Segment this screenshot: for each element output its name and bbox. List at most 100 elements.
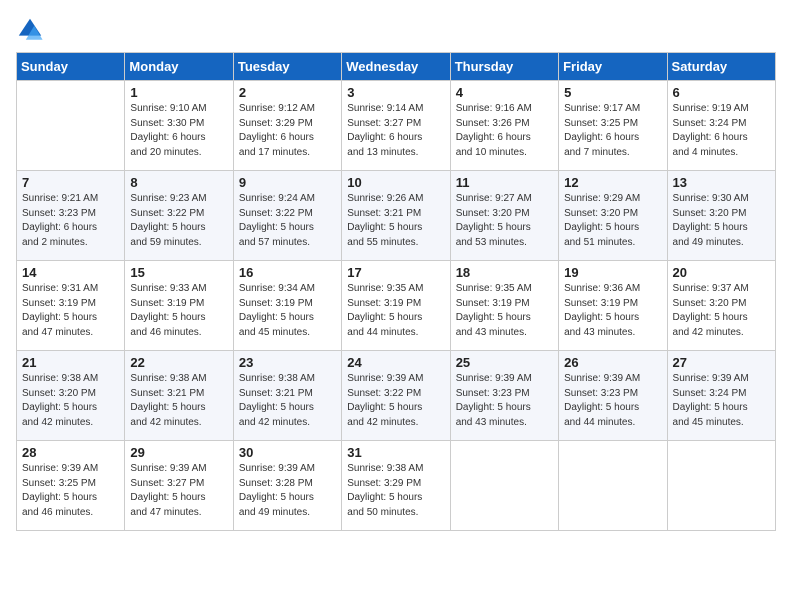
day-number: 31 bbox=[347, 445, 444, 460]
day-number: 20 bbox=[673, 265, 770, 280]
day-cell bbox=[17, 81, 125, 171]
day-info: Sunrise: 9:35 AMSunset: 3:19 PMDaylight:… bbox=[347, 282, 444, 340]
weekday-header-sunday: Sunday bbox=[17, 53, 125, 81]
day-info: Sunrise: 9:12 AMSunset: 3:29 PMDaylight:… bbox=[239, 102, 336, 160]
week-row-2: 14 Sunrise: 9:31 AMSunset: 3:19 PMDayligh… bbox=[17, 261, 776, 351]
weekday-header-friday: Friday bbox=[559, 53, 667, 81]
header bbox=[16, 16, 776, 44]
day-cell bbox=[450, 441, 558, 531]
day-number: 9 bbox=[239, 175, 336, 190]
day-cell: 25 Sunrise: 9:39 AMSunset: 3:23 PMDayligh… bbox=[450, 351, 558, 441]
day-cell: 15 Sunrise: 9:33 AMSunset: 3:19 PMDayligh… bbox=[125, 261, 233, 351]
day-cell: 19Sunrise: 9:36 AMSunset: 3:19 PMDayligh… bbox=[559, 261, 667, 351]
logo bbox=[16, 16, 48, 44]
weekday-header-thursday: Thursday bbox=[450, 53, 558, 81]
logo-icon bbox=[16, 16, 44, 44]
day-cell: 3 Sunrise: 9:14 AMSunset: 3:27 PMDaylight… bbox=[342, 81, 450, 171]
day-number: 19 bbox=[564, 265, 661, 280]
day-number: 27 bbox=[673, 355, 770, 370]
day-number: 5 bbox=[564, 85, 661, 100]
day-info: Sunrise: 9:39 AMSunset: 3:23 PMDaylight:… bbox=[456, 372, 553, 430]
day-info: Sunrise: 9:31 AMSunset: 3:19 PMDaylight:… bbox=[22, 282, 119, 340]
day-cell: 20 Sunrise: 9:37 AMSunset: 3:20 PMDayligh… bbox=[667, 261, 775, 351]
day-info: Sunrise: 9:34 AMSunset: 3:19 PMDaylight:… bbox=[239, 282, 336, 340]
day-number: 30 bbox=[239, 445, 336, 460]
day-info: Sunrise: 9:26 AMSunset: 3:21 PMDaylight:… bbox=[347, 192, 444, 250]
day-info: Sunrise: 9:17 AMSunset: 3:25 PMDaylight:… bbox=[564, 102, 661, 160]
day-info: Sunrise: 9:27 AMSunset: 3:20 PMDaylight:… bbox=[456, 192, 553, 250]
day-number: 15 bbox=[130, 265, 227, 280]
weekday-header-tuesday: Tuesday bbox=[233, 53, 341, 81]
week-row-3: 21Sunrise: 9:38 AMSunset: 3:20 PMDayligh… bbox=[17, 351, 776, 441]
day-info: Sunrise: 9:23 AMSunset: 3:22 PMDaylight:… bbox=[130, 192, 227, 250]
day-info: Sunrise: 9:39 AMSunset: 3:27 PMDaylight:… bbox=[130, 462, 227, 520]
day-cell: 21Sunrise: 9:38 AMSunset: 3:20 PMDayligh… bbox=[17, 351, 125, 441]
day-cell bbox=[667, 441, 775, 531]
day-number: 6 bbox=[673, 85, 770, 100]
week-row-4: 28 Sunrise: 9:39 AMSunset: 3:25 PMDayligh… bbox=[17, 441, 776, 531]
day-info: Sunrise: 9:21 AMSunset: 3:23 PMDaylight:… bbox=[22, 192, 119, 250]
day-number: 17 bbox=[347, 265, 444, 280]
day-info: Sunrise: 9:38 AMSunset: 3:21 PMDaylight:… bbox=[130, 372, 227, 430]
day-number: 26 bbox=[564, 355, 661, 370]
day-info: Sunrise: 9:37 AMSunset: 3:20 PMDaylight:… bbox=[673, 282, 770, 340]
day-cell: 7 Sunrise: 9:21 AMSunset: 3:23 PMDaylight… bbox=[17, 171, 125, 261]
day-cell: 28 Sunrise: 9:39 AMSunset: 3:25 PMDayligh… bbox=[17, 441, 125, 531]
day-info: Sunrise: 9:38 AMSunset: 3:20 PMDaylight:… bbox=[22, 372, 119, 430]
day-cell: 6 Sunrise: 9:19 AMSunset: 3:24 PMDaylight… bbox=[667, 81, 775, 171]
day-number: 1 bbox=[130, 85, 227, 100]
day-info: Sunrise: 9:39 AMSunset: 3:28 PMDaylight:… bbox=[239, 462, 336, 520]
day-cell: 5 Sunrise: 9:17 AMSunset: 3:25 PMDaylight… bbox=[559, 81, 667, 171]
day-info: Sunrise: 9:35 AMSunset: 3:19 PMDaylight:… bbox=[456, 282, 553, 340]
day-number: 11 bbox=[456, 175, 553, 190]
day-cell: 16 Sunrise: 9:34 AMSunset: 3:19 PMDayligh… bbox=[233, 261, 341, 351]
day-cell: 10Sunrise: 9:26 AMSunset: 3:21 PMDayligh… bbox=[342, 171, 450, 261]
day-cell: 30 Sunrise: 9:39 AMSunset: 3:28 PMDayligh… bbox=[233, 441, 341, 531]
weekday-header-saturday: Saturday bbox=[667, 53, 775, 81]
day-cell: 29 Sunrise: 9:39 AMSunset: 3:27 PMDayligh… bbox=[125, 441, 233, 531]
weekday-header-wednesday: Wednesday bbox=[342, 53, 450, 81]
day-cell: 11 Sunrise: 9:27 AMSunset: 3:20 PMDayligh… bbox=[450, 171, 558, 261]
day-info: Sunrise: 9:24 AMSunset: 3:22 PMDaylight:… bbox=[239, 192, 336, 250]
day-info: Sunrise: 9:29 AMSunset: 3:20 PMDaylight:… bbox=[564, 192, 661, 250]
day-cell: 26 Sunrise: 9:39 AMSunset: 3:23 PMDayligh… bbox=[559, 351, 667, 441]
day-info: Sunrise: 9:14 AMSunset: 3:27 PMDaylight:… bbox=[347, 102, 444, 160]
day-info: Sunrise: 9:33 AMSunset: 3:19 PMDaylight:… bbox=[130, 282, 227, 340]
day-info: Sunrise: 9:39 AMSunset: 3:25 PMDaylight:… bbox=[22, 462, 119, 520]
day-cell: 9 Sunrise: 9:24 AMSunset: 3:22 PMDaylight… bbox=[233, 171, 341, 261]
day-cell: 8Sunrise: 9:23 AMSunset: 3:22 PMDaylight… bbox=[125, 171, 233, 261]
day-number: 7 bbox=[22, 175, 119, 190]
day-number: 25 bbox=[456, 355, 553, 370]
day-number: 22 bbox=[130, 355, 227, 370]
day-cell: 2 Sunrise: 9:12 AMSunset: 3:29 PMDaylight… bbox=[233, 81, 341, 171]
day-number: 18 bbox=[456, 265, 553, 280]
day-cell: 12Sunrise: 9:29 AMSunset: 3:20 PMDayligh… bbox=[559, 171, 667, 261]
day-cell: 14 Sunrise: 9:31 AMSunset: 3:19 PMDayligh… bbox=[17, 261, 125, 351]
day-info: Sunrise: 9:16 AMSunset: 3:26 PMDaylight:… bbox=[456, 102, 553, 160]
day-info: Sunrise: 9:39 AMSunset: 3:23 PMDaylight:… bbox=[564, 372, 661, 430]
day-number: 28 bbox=[22, 445, 119, 460]
calendar-table: SundayMondayTuesdayWednesdayThursdayFrid… bbox=[16, 52, 776, 531]
day-cell: 24 Sunrise: 9:39 AMSunset: 3:22 PMDayligh… bbox=[342, 351, 450, 441]
day-info: Sunrise: 9:19 AMSunset: 3:24 PMDaylight:… bbox=[673, 102, 770, 160]
weekday-header-monday: Monday bbox=[125, 53, 233, 81]
day-number: 3 bbox=[347, 85, 444, 100]
day-info: Sunrise: 9:39 AMSunset: 3:22 PMDaylight:… bbox=[347, 372, 444, 430]
day-cell: 22 Sunrise: 9:38 AMSunset: 3:21 PMDayligh… bbox=[125, 351, 233, 441]
day-number: 24 bbox=[347, 355, 444, 370]
day-cell: 13 Sunrise: 9:30 AMSunset: 3:20 PMDayligh… bbox=[667, 171, 775, 261]
day-cell: 23 Sunrise: 9:38 AMSunset: 3:21 PMDayligh… bbox=[233, 351, 341, 441]
day-number: 23 bbox=[239, 355, 336, 370]
day-info: Sunrise: 9:10 AMSunset: 3:30 PMDaylight:… bbox=[130, 102, 227, 160]
day-info: Sunrise: 9:39 AMSunset: 3:24 PMDaylight:… bbox=[673, 372, 770, 430]
weekday-header-row: SundayMondayTuesdayWednesdayThursdayFrid… bbox=[17, 53, 776, 81]
day-number: 2 bbox=[239, 85, 336, 100]
day-cell bbox=[559, 441, 667, 531]
day-number: 14 bbox=[22, 265, 119, 280]
day-number: 29 bbox=[130, 445, 227, 460]
day-info: Sunrise: 9:38 AMSunset: 3:21 PMDaylight:… bbox=[239, 372, 336, 430]
day-number: 13 bbox=[673, 175, 770, 190]
day-cell: 17 Sunrise: 9:35 AMSunset: 3:19 PMDayligh… bbox=[342, 261, 450, 351]
day-info: Sunrise: 9:30 AMSunset: 3:20 PMDaylight:… bbox=[673, 192, 770, 250]
day-number: 16 bbox=[239, 265, 336, 280]
